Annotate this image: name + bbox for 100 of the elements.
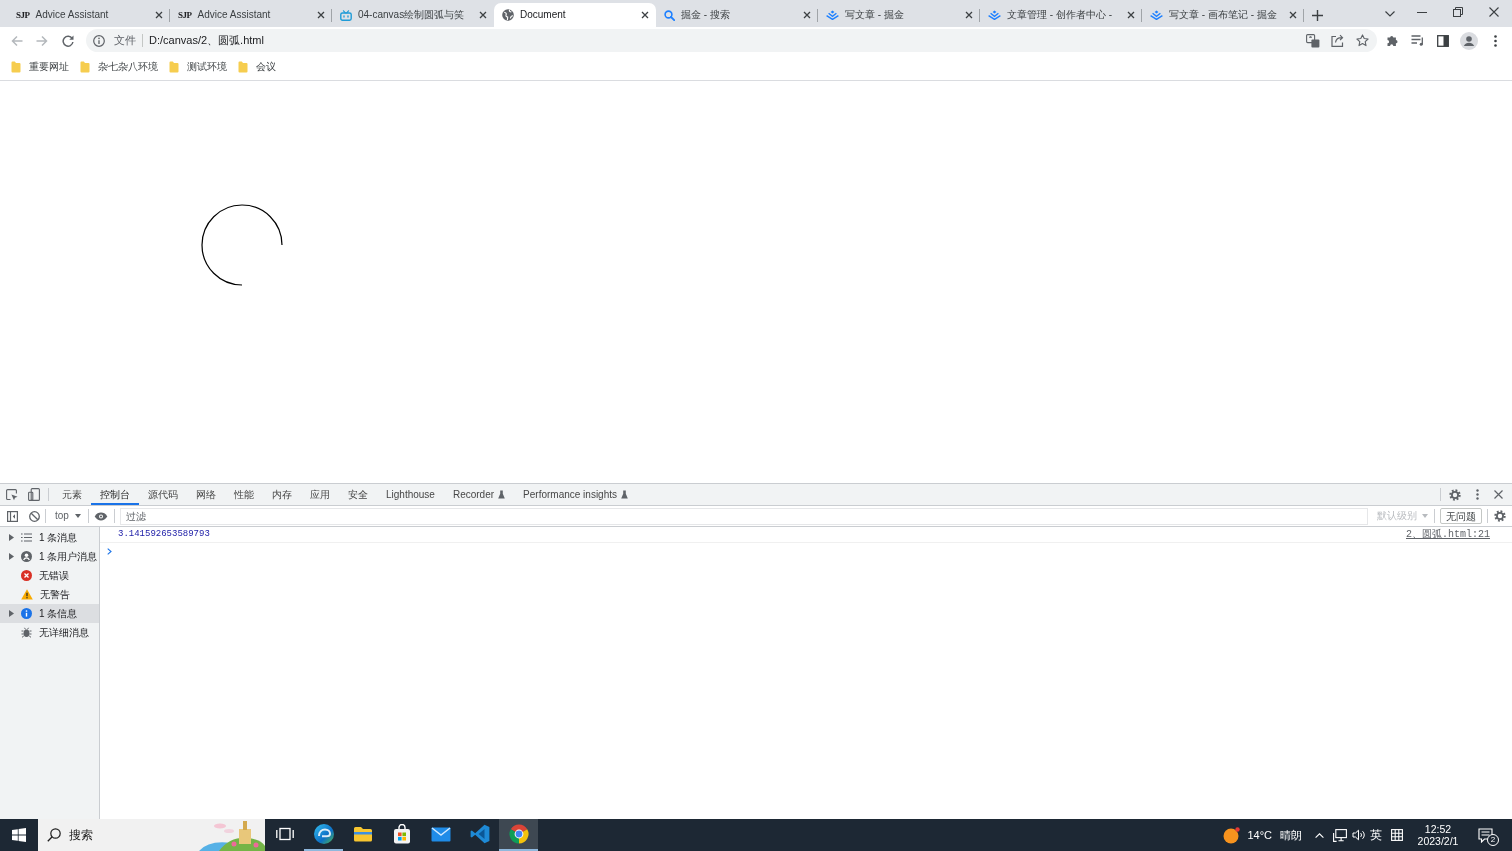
info-icon — [93, 34, 105, 47]
close-icon[interactable] — [1489, 7, 1499, 17]
sidebar-item[interactable]: 无警告 — [0, 585, 99, 604]
panel-tab[interactable]: 源代码 — [139, 484, 187, 505]
address-bar[interactable]: 文件 D:/canvas/2、圆弧.html — [86, 29, 1377, 52]
new-tab-icon[interactable] — [1312, 9, 1323, 21]
network-icon[interactable] — [1332, 828, 1347, 842]
swirl-browser-icon — [313, 824, 334, 844]
close-icon[interactable] — [1289, 11, 1297, 19]
site-logo: SJP — [16, 10, 30, 20]
browser-tab[interactable]: 写文章 - 画布笔记 - 掘金 — [1142, 3, 1304, 27]
browser-tab[interactable]: SJP Advice Assistant — [8, 3, 170, 27]
search-field[interactable]: 搜索 — [69, 825, 199, 845]
panel-tab[interactable]: 性能 — [225, 484, 263, 505]
sidebar-item[interactable]: 无错误 — [0, 566, 99, 585]
panel-tab[interactable]: Performance insights — [514, 484, 637, 505]
info-icon — [21, 608, 32, 619]
chevron-down-icon[interactable] — [1385, 11, 1395, 17]
restore-icon[interactable] — [1453, 7, 1463, 17]
panel-tab[interactable]: 安全 — [339, 484, 377, 505]
settings-icon[interactable] — [1494, 510, 1506, 522]
close-icon[interactable] — [965, 11, 973, 19]
close-icon[interactable] — [1127, 11, 1135, 19]
browser-tab[interactable]: 掘金 - 搜索 — [656, 3, 818, 27]
eye-icon[interactable] — [94, 511, 109, 521]
reading-list-icon[interactable] — [1411, 35, 1424, 46]
browser-tab[interactable]: 文章管理 - 创作者中心 - — [980, 3, 1142, 27]
translate-icon[interactable] — [1305, 33, 1320, 48]
panel-tab[interactable]: 网络 — [187, 484, 225, 505]
bookmark-item[interactable]: 重要网址 — [6, 57, 74, 77]
url-field[interactable]: D:/canvas/2、圆弧.html — [149, 31, 1300, 50]
issues-button[interactable]: 无问题 — [1440, 508, 1482, 524]
puzzle-icon[interactable] — [1386, 34, 1399, 47]
start-icon[interactable] — [12, 828, 26, 842]
speaker-icon[interactable] — [1351, 829, 1365, 841]
expand-triangle-icon — [9, 553, 14, 560]
caret-down-icon — [74, 514, 81, 518]
panel-tab[interactable]: Lighthouse — [377, 484, 444, 505]
notification-icon[interactable] — [1477, 827, 1493, 843]
envelope-icon — [430, 826, 451, 842]
sidebar-item[interactable]: 1 条消息 — [0, 528, 99, 547]
close-icon[interactable] — [479, 11, 487, 19]
panel-tab[interactable]: 元素 — [53, 484, 91, 505]
taskbar-app-button[interactable] — [499, 819, 538, 851]
circle-slash-icon[interactable] — [28, 510, 40, 522]
context-dropdown[interactable]: top — [48, 506, 88, 526]
bookmark-item[interactable]: 杂七杂八环境 — [75, 57, 163, 77]
settings-icon[interactable] — [1449, 488, 1461, 501]
folder-icon — [11, 61, 21, 73]
panel-tab[interactable]: 内存 — [263, 484, 301, 505]
profile-avatar-icon[interactable] — [1459, 31, 1478, 50]
flask-icon — [621, 490, 628, 499]
shopping-bag-icon — [392, 824, 411, 844]
temperature-text: 14°C — [1247, 829, 1272, 841]
minimize-icon[interactable] — [1417, 11, 1427, 13]
bookmark-item[interactable]: 测试环境 — [164, 57, 232, 77]
browser-tab[interactable]: Document — [494, 3, 656, 27]
close-icon[interactable] — [317, 11, 325, 19]
sidebar-item[interactable]: 1 条用户消息 — [0, 547, 99, 566]
user-icon — [21, 551, 32, 562]
grid-icon[interactable] — [1391, 829, 1403, 841]
sidebar-item[interactable]: 无详细消息 — [0, 623, 99, 642]
more-icon[interactable] — [1493, 34, 1497, 47]
browser-tab[interactable]: SJP Advice Assistant — [170, 3, 332, 27]
source-link[interactable]: 2、圆弧.html:21 — [1406, 529, 1490, 540]
more-icon[interactable] — [1475, 489, 1479, 500]
browser-tab[interactable]: 写文章 - 掘金 — [818, 3, 980, 27]
reload-icon[interactable] — [62, 34, 74, 47]
panel-tab[interactable]: Recorder — [443, 484, 515, 505]
weather-condition-text: 晴朗 — [1280, 829, 1302, 841]
input-language-indicator[interactable]: 英 — [1370, 829, 1382, 841]
prompt-chevron-icon — [107, 547, 112, 555]
close-icon[interactable] — [803, 11, 811, 19]
tv-icon — [340, 9, 352, 21]
sidebar-item[interactable]: 1 条信息 — [0, 604, 99, 623]
close-icon[interactable] — [1493, 490, 1503, 499]
clock[interactable]: 12:52 2023/2/1 — [1409, 819, 1467, 851]
panel-tab[interactable]: 应用 — [301, 484, 339, 505]
inspect-element-icon[interactable] — [6, 488, 18, 501]
device-toolbar-icon[interactable] — [28, 488, 40, 501]
taskbar-search-box[interactable]: 搜索 — [38, 819, 265, 851]
caret-down-icon — [1422, 514, 1428, 518]
search-icon — [664, 9, 675, 21]
list-icon — [21, 533, 32, 542]
sun-icon[interactable] — [1223, 826, 1241, 844]
share-icon[interactable] — [1331, 34, 1344, 47]
filter-field[interactable]: 过滤 — [119, 507, 1368, 525]
folder-icon — [352, 826, 373, 842]
browser-tab[interactable]: 04-canvas绘制圆弧与笑 — [332, 3, 494, 27]
console-output-text: 3.141592653589793 — [118, 530, 210, 539]
sidebar-toggle-icon[interactable] — [6, 510, 18, 522]
chevron-up-icon[interactable] — [1314, 832, 1324, 838]
site-info-chip[interactable]: 文件 — [93, 34, 136, 47]
side-panel-icon[interactable] — [1436, 34, 1449, 47]
bug-icon — [21, 627, 32, 638]
star-icon[interactable] — [1356, 34, 1369, 47]
close-icon[interactable] — [155, 11, 163, 19]
folder-icon — [238, 61, 248, 73]
bookmark-item[interactable]: 会议 — [233, 57, 281, 77]
close-icon[interactable] — [641, 11, 649, 19]
